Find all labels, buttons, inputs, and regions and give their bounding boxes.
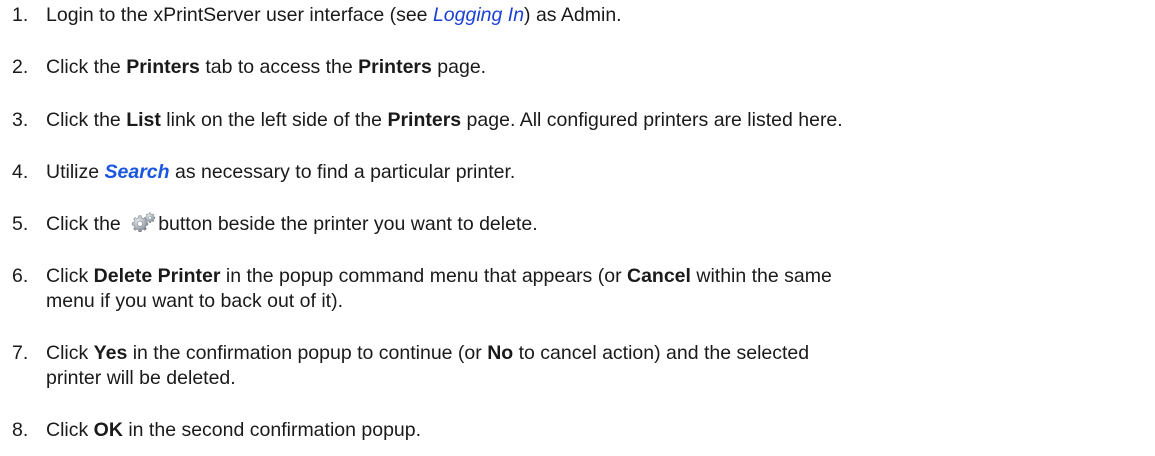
step-text: Click OK in the second confirmation popu… — [46, 419, 422, 441]
search-link[interactable]: Search — [105, 161, 170, 183]
step-text: Click Delete Printer in the popup comman… — [46, 265, 832, 312]
printers-term: Printers — [358, 56, 432, 78]
logging-in-link[interactable]: Logging In — [433, 4, 524, 26]
cancel-term: Cancel — [626, 265, 691, 287]
step-text: Utilize Search as necessary to find a pa… — [46, 161, 516, 183]
step-number: 6. — [12, 265, 29, 287]
list-term: List — [126, 109, 161, 131]
step-text: Click the button beside the printer you … — [46, 212, 538, 235]
printers-term: Printers — [126, 56, 200, 78]
step-number: 3. — [12, 109, 29, 131]
no-term: No — [487, 342, 514, 364]
step-number: 8. — [12, 419, 29, 441]
ok-term: OK — [93, 419, 123, 441]
step-number: 2. — [12, 56, 29, 78]
printers-term: Printers — [387, 109, 462, 131]
step-text: Click the Printers tab to access the Pri… — [46, 56, 487, 78]
step-number: 5. — [12, 213, 29, 235]
step-number: 7. — [12, 342, 29, 364]
step-text: Click Yes in the confirmation popup to c… — [46, 342, 810, 389]
step-text: Click the List link on the left side of … — [46, 109, 843, 131]
step-number: 1. — [12, 4, 29, 26]
step-text: Login to the xPrintServer user interface… — [46, 4, 622, 26]
yes-term: Yes — [93, 342, 128, 364]
step-number: 4. — [12, 161, 29, 183]
delete-printer-term: Delete Printer — [93, 265, 221, 287]
gear-icon[interactable] — [130, 212, 156, 234]
